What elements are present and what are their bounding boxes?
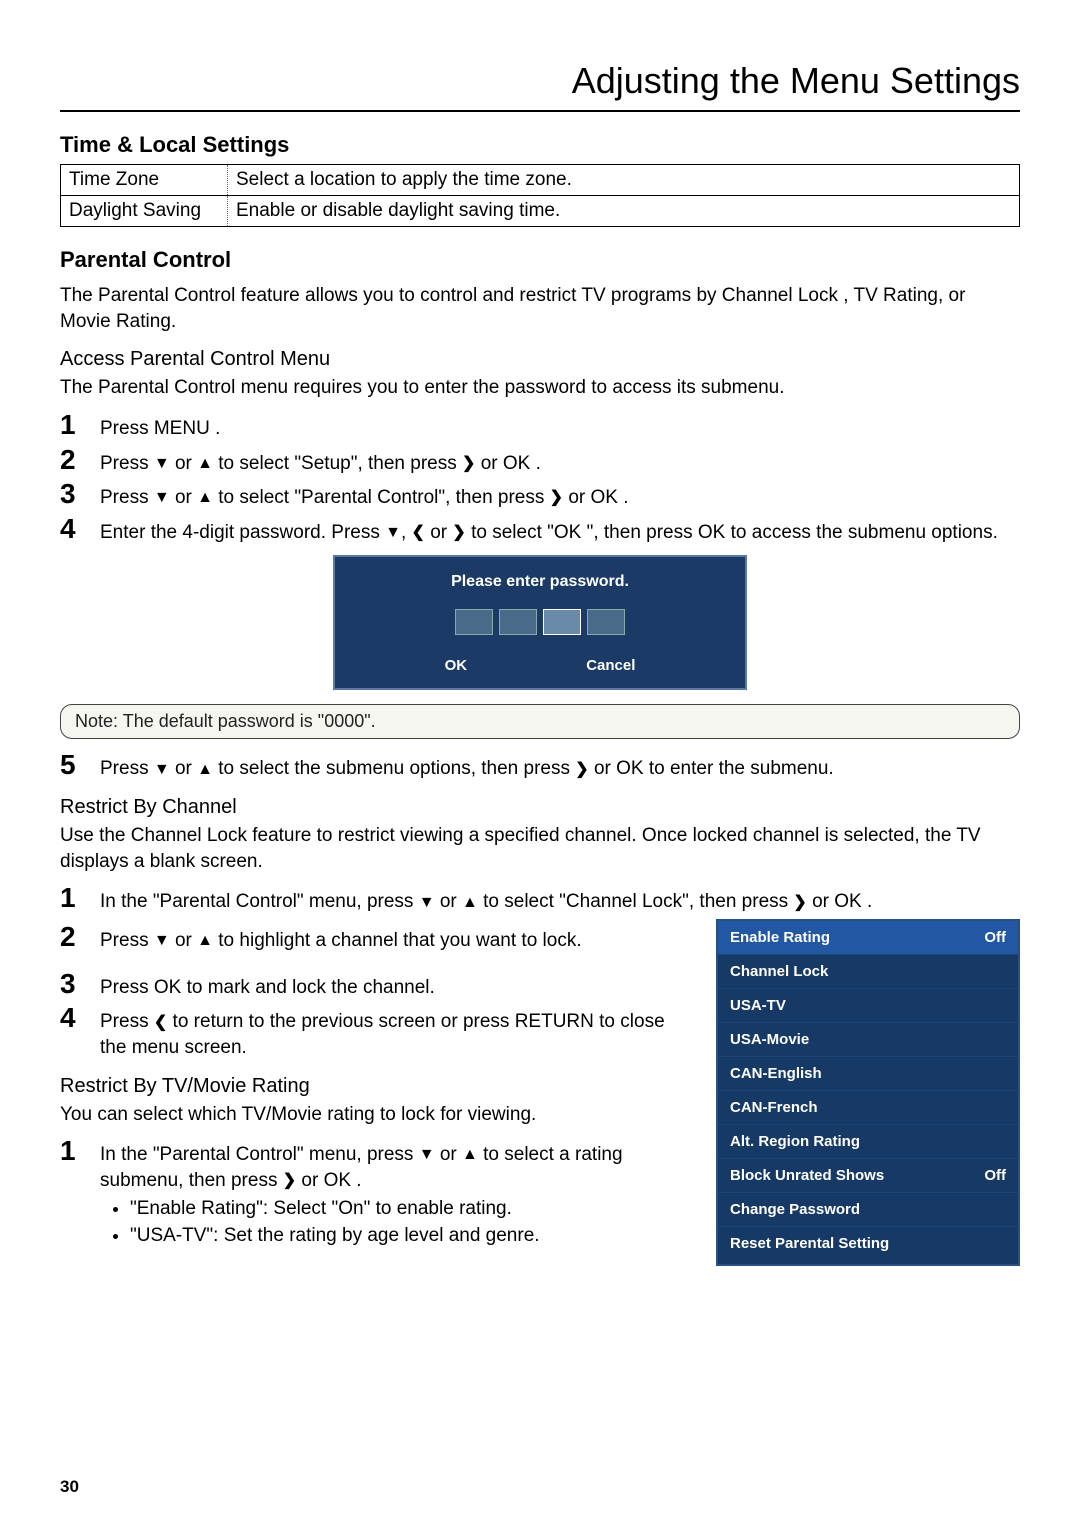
- chevron-down-icon: ▼: [419, 1144, 435, 1166]
- section-heading-time: Time & Local Settings: [60, 132, 1020, 158]
- restrict-channel-intro: Use the Channel Lock feature to restrict…: [60, 823, 1020, 874]
- table-row: Time Zone Select a location to apply the…: [61, 165, 1020, 196]
- chevron-left-icon: ❮: [154, 1012, 167, 1034]
- menu-item-usa-movie[interactable]: USA-Movie: [718, 1023, 1018, 1057]
- cancel-button[interactable]: Cancel: [586, 657, 635, 674]
- chevron-right-icon: ❯: [283, 1170, 296, 1192]
- chevron-down-icon: ▼: [419, 892, 435, 914]
- step-text: Press ▼ or ▲ to highlight a channel that…: [100, 923, 696, 954]
- bullet-item: "USA-TV": Set the rating by age level an…: [130, 1223, 696, 1249]
- menu-item-alt-region[interactable]: Alt. Region Rating: [718, 1125, 1018, 1159]
- chevron-up-icon: ▲: [197, 487, 213, 509]
- chevron-up-icon: ▲: [197, 930, 213, 952]
- step-text: Press ▼ or ▲ to select "Parental Control…: [100, 480, 1020, 511]
- page-number: 30: [60, 1477, 79, 1497]
- restrict-rating-heading: Restrict By TV/Movie Rating: [60, 1075, 696, 1098]
- step-number: 3: [60, 970, 100, 998]
- chevron-down-icon: ▼: [154, 930, 170, 952]
- chevron-down-icon: ▼: [154, 453, 170, 475]
- chevron-up-icon: ▲: [462, 1144, 478, 1166]
- menu-item-label: Channel Lock: [730, 963, 828, 980]
- menu-item-enable-rating[interactable]: Enable Rating Off: [718, 921, 1018, 955]
- step-text: Enter the 4-digit password. Press ▼, ❮ o…: [100, 515, 1020, 546]
- step-number: 4: [60, 515, 100, 543]
- chevron-up-icon: ▲: [197, 759, 213, 781]
- password-boxes: [335, 609, 745, 635]
- menu-item-label: Change Password: [730, 1201, 860, 1218]
- chevron-right-icon: ❯: [452, 522, 465, 544]
- step-text: Press ▼ or ▲ to select "Setup", then pre…: [100, 446, 1020, 477]
- step-text: Press ❮ to return to the previous screen…: [100, 1004, 696, 1060]
- bullet-item: "Enable Rating": Select "On" to enable r…: [130, 1196, 696, 1222]
- menu-item-can-french[interactable]: CAN-French: [718, 1091, 1018, 1125]
- access-heading: Access Parental Control Menu: [60, 348, 1020, 371]
- menu-item-label: Alt. Region Rating: [730, 1133, 860, 1150]
- step-number: 2: [60, 446, 100, 474]
- chevron-right-icon: ❯: [550, 487, 563, 509]
- step-number: 4: [60, 1004, 100, 1032]
- ok-button[interactable]: OK: [445, 657, 468, 674]
- pw-box[interactable]: [543, 609, 581, 635]
- parental-intro: The Parental Control feature allows you …: [60, 283, 1020, 334]
- menu-item-label: USA-Movie: [730, 1031, 809, 1048]
- access-intro: The Parental Control menu requires you t…: [60, 375, 1020, 401]
- step-number: 1: [60, 884, 100, 912]
- menu-item-value: Off: [984, 1167, 1006, 1184]
- restrict-rating-intro: You can select which TV/Movie rating to …: [60, 1102, 696, 1128]
- menu-item-usa-tv[interactable]: USA-TV: [718, 989, 1018, 1023]
- menu-item-label: Block Unrated Shows: [730, 1167, 884, 1184]
- step-number: 5: [60, 751, 100, 779]
- chevron-up-icon: ▲: [197, 453, 213, 475]
- menu-item-label: Enable Rating: [730, 929, 830, 946]
- dialog-title: Please enter password.: [335, 573, 745, 591]
- menu-item-reset[interactable]: Reset Parental Setting: [718, 1227, 1018, 1264]
- menu-item-label: CAN-English: [730, 1065, 822, 1082]
- menu-item-change-password[interactable]: Change Password: [718, 1193, 1018, 1227]
- step-text: Press MENU .: [100, 411, 1020, 442]
- step-text: In the "Parental Control" menu, press ▼ …: [100, 884, 1020, 915]
- chevron-down-icon: ▼: [154, 487, 170, 509]
- step-text: In the "Parental Control" menu, press ▼ …: [100, 1137, 696, 1251]
- chevron-left-icon: ❮: [412, 522, 425, 544]
- menu-item-channel-lock[interactable]: Channel Lock: [718, 955, 1018, 989]
- time-settings-table: Time Zone Select a location to apply the…: [60, 164, 1020, 227]
- cell-desc: Enable or disable daylight saving time.: [228, 196, 1020, 227]
- menu-item-can-english[interactable]: CAN-English: [718, 1057, 1018, 1091]
- step-text: Press ▼ or ▲ to select the submenu optio…: [100, 751, 1020, 782]
- chapter-title: Adjusting the Menu Settings: [60, 60, 1020, 112]
- step-number: 1: [60, 1137, 100, 1165]
- step-number: 1: [60, 411, 100, 439]
- section-heading-parental: Parental Control: [60, 247, 1020, 273]
- step-number: 2: [60, 923, 100, 951]
- step-text: Press OK to mark and lock the channel.: [100, 970, 696, 1001]
- note-box: Note: The default password is "0000".: [60, 704, 1020, 739]
- menu-item-label: USA-TV: [730, 997, 786, 1014]
- password-dialog: Please enter password. OK Cancel: [333, 555, 747, 690]
- parental-menu-panel: Enable Rating Off Channel Lock USA-TV US…: [716, 919, 1020, 1266]
- table-row: Daylight Saving Enable or disable daylig…: [61, 196, 1020, 227]
- cell-label: Time Zone: [61, 165, 228, 196]
- chevron-up-icon: ▲: [462, 892, 478, 914]
- restrict-channel-heading: Restrict By Channel: [60, 796, 1020, 819]
- chevron-down-icon: ▼: [154, 759, 170, 781]
- menu-item-value: Off: [984, 929, 1006, 946]
- menu-item-block-unrated[interactable]: Block Unrated Shows Off: [718, 1159, 1018, 1193]
- menu-item-label: Reset Parental Setting: [730, 1235, 889, 1252]
- pw-box[interactable]: [499, 609, 537, 635]
- chevron-right-icon: ❯: [793, 892, 806, 914]
- cell-desc: Select a location to apply the time zone…: [228, 165, 1020, 196]
- chevron-right-icon: ❯: [462, 453, 475, 475]
- pw-box[interactable]: [587, 609, 625, 635]
- chevron-right-icon: ❯: [575, 759, 588, 781]
- step-number: 3: [60, 480, 100, 508]
- menu-item-label: CAN-French: [730, 1099, 818, 1116]
- cell-label: Daylight Saving: [61, 196, 228, 227]
- pw-box[interactable]: [455, 609, 493, 635]
- chevron-down-icon: ▼: [385, 522, 401, 544]
